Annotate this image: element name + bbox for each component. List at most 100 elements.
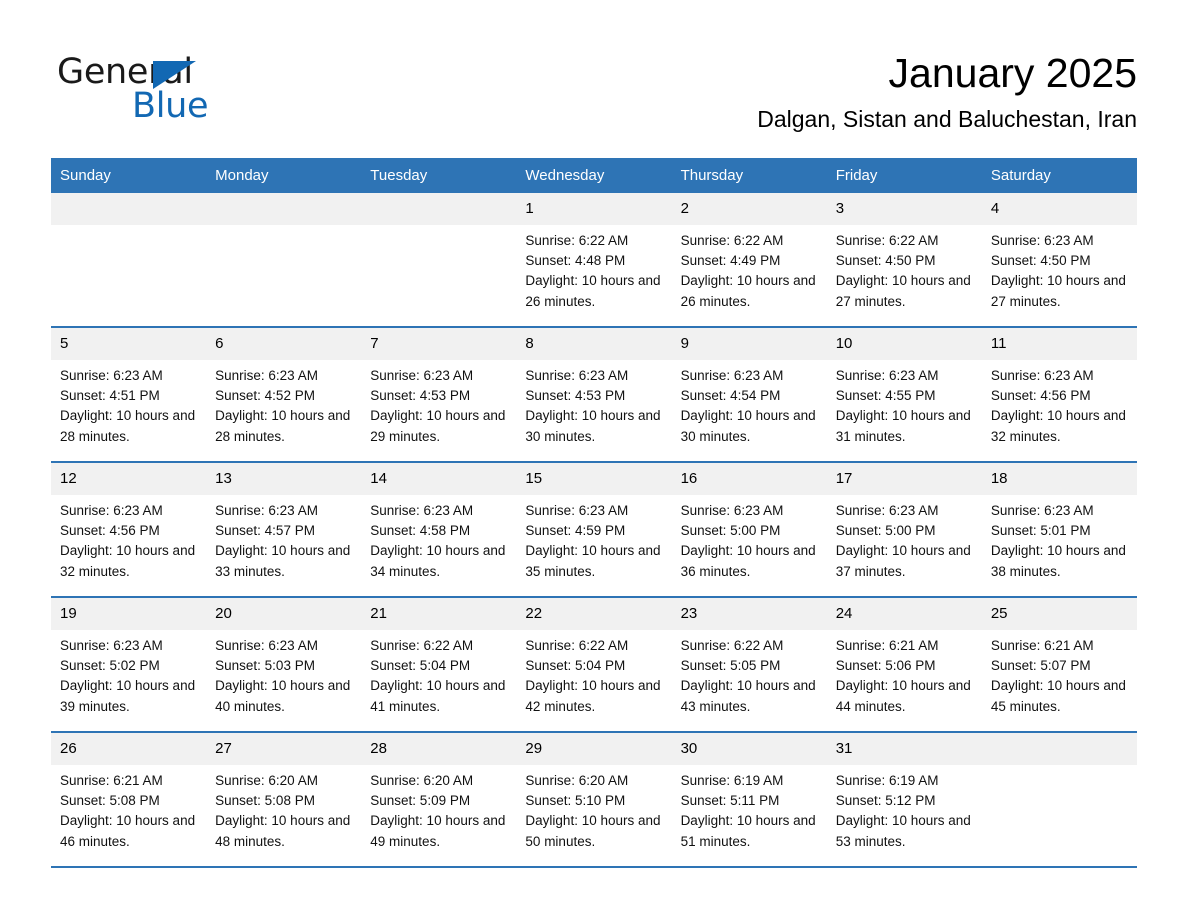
day-number bbox=[206, 193, 362, 225]
calendar-day-cell[interactable]: 18 Sunrise: 6:23 AM Sunset: 5:01 PM Dayligh… bbox=[981, 462, 1137, 598]
calendar-week-row: 19 Sunrise: 6:23 AM Sunset: 5:02 PM Dayligh… bbox=[51, 597, 1137, 733]
calendar-day-cell[interactable]: 2 Sunrise: 6:22 AM Sunset: 4:49 PM Daylight… bbox=[671, 193, 827, 328]
day-cell-content: 20 Sunrise: 6:23 AM Sunset: 5:03 PM Dayligh… bbox=[206, 598, 362, 731]
day-cell-content bbox=[51, 193, 207, 326]
daylight-text: Daylight: 10 hours and 48 minutes. bbox=[215, 813, 351, 849]
calendar-day-cell[interactable]: 4 Sunrise: 6:23 AM Sunset: 4:50 PM Daylight… bbox=[981, 193, 1137, 328]
calendar-day-cell[interactable]: 20 Sunrise: 6:23 AM Sunset: 5:03 PM Dayligh… bbox=[206, 597, 362, 733]
sunrise-text: Sunrise: 6:23 AM bbox=[680, 368, 784, 383]
sunrise-text: Sunrise: 6:23 AM bbox=[370, 503, 474, 518]
day-cell-content: 22 Sunrise: 6:22 AM Sunset: 5:04 PM Dayligh… bbox=[516, 598, 672, 731]
sunrise-text: Sunrise: 6:20 AM bbox=[215, 773, 318, 788]
sunrise-text: Sunrise: 6:23 AM bbox=[525, 368, 629, 383]
day-number: 3 bbox=[826, 193, 982, 225]
calendar-day-cell[interactable]: 5 Sunrise: 6:23 AM Sunset: 4:51 PM Daylight… bbox=[51, 327, 207, 463]
daylight-text: Daylight: 10 hours and 37 minutes. bbox=[835, 543, 971, 579]
calendar-day-cell[interactable]: 19 Sunrise: 6:23 AM Sunset: 5:02 PM Dayligh… bbox=[51, 597, 207, 733]
day-sun-info: Sunrise: 6:22 AM Sunset: 5:04 PM Daylight:… bbox=[516, 630, 671, 717]
sunset-text: Sunset: 5:09 PM bbox=[370, 793, 471, 809]
day-sun-info: Sunrise: 6:21 AM Sunset: 5:07 PM Daylight:… bbox=[982, 630, 1137, 717]
sunset-text: Sunset: 5:01 PM bbox=[990, 523, 1091, 539]
sunrise-text: Sunrise: 6:23 AM bbox=[990, 503, 1094, 518]
daylight-text: Daylight: 10 hours and 45 minutes. bbox=[990, 678, 1126, 714]
calendar-day-cell[interactable]: 27 Sunrise: 6:20 AM Sunset: 5:08 PM Dayligh… bbox=[206, 732, 362, 868]
day-number: 1 bbox=[516, 193, 672, 225]
calendar-day-cell[interactable]: 15 Sunrise: 6:23 AM Sunset: 4:59 PM Dayligh… bbox=[516, 462, 672, 598]
calendar-day-cell[interactable]: 9 Sunrise: 6:23 AM Sunset: 4:54 PM Daylight… bbox=[671, 327, 827, 463]
calendar-day-cell[interactable]: 17 Sunrise: 6:23 AM Sunset: 5:00 PM Dayligh… bbox=[826, 462, 982, 598]
day-number: 20 bbox=[206, 598, 362, 630]
calendar-table: Sunday Monday Tuesday Wednesday Thursday… bbox=[51, 158, 1137, 868]
calendar-day-cell[interactable]: 11 Sunrise: 6:23 AM Sunset: 4:56 PM Dayligh… bbox=[981, 327, 1137, 463]
day-cell-content: 28 Sunrise: 6:20 AM Sunset: 5:09 PM Dayligh… bbox=[361, 733, 517, 866]
calendar-day-cell[interactable]: 29 Sunrise: 6:20 AM Sunset: 5:10 PM Dayligh… bbox=[516, 732, 672, 868]
day-sun-info: Sunrise: 6:21 AM Sunset: 5:06 PM Daylight:… bbox=[827, 630, 982, 717]
sunrise-text: Sunrise: 6:22 AM bbox=[680, 638, 784, 653]
sunset-text: Sunset: 4:53 PM bbox=[525, 388, 626, 404]
calendar-day-cell[interactable]: 23 Sunrise: 6:22 AM Sunset: 5:05 PM Dayligh… bbox=[671, 597, 827, 733]
sunset-text: Sunset: 4:55 PM bbox=[835, 388, 936, 404]
day-sun-info: Sunrise: 6:23 AM Sunset: 4:56 PM Daylight:… bbox=[51, 495, 206, 582]
sunrise-text: Sunrise: 6:23 AM bbox=[680, 503, 784, 518]
daylight-text: Daylight: 10 hours and 50 minutes. bbox=[525, 813, 661, 849]
daylight-text: Daylight: 10 hours and 34 minutes. bbox=[370, 543, 506, 579]
calendar-week-row: 1 Sunrise: 6:22 AM Sunset: 4:48 PM Daylight… bbox=[51, 193, 1137, 328]
calendar-day-cell[interactable]: 25 Sunrise: 6:21 AM Sunset: 5:07 PM Dayligh… bbox=[981, 597, 1137, 733]
calendar-day-cell[interactable]: 8 Sunrise: 6:23 AM Sunset: 4:53 PM Daylight… bbox=[516, 327, 672, 463]
calendar-day-cell[interactable]: 13 Sunrise: 6:23 AM Sunset: 4:57 PM Dayligh… bbox=[206, 462, 362, 598]
page-title: January 2025 bbox=[888, 50, 1137, 96]
sunset-text: Sunset: 5:04 PM bbox=[370, 658, 471, 674]
calendar-page: General Blue January 2025 Dalgan, Sistan… bbox=[0, 0, 1188, 918]
daylight-text: Daylight: 10 hours and 53 minutes. bbox=[835, 813, 971, 849]
day-cell-content: 19 Sunrise: 6:23 AM Sunset: 5:02 PM Dayligh… bbox=[51, 598, 207, 731]
calendar-day-cell[interactable]: 24 Sunrise: 6:21 AM Sunset: 5:06 PM Dayligh… bbox=[826, 597, 982, 733]
day-number: 17 bbox=[826, 463, 982, 495]
day-number: 28 bbox=[361, 733, 517, 765]
calendar-day-cell[interactable]: 6 Sunrise: 6:23 AM Sunset: 4:52 PM Daylight… bbox=[206, 327, 362, 463]
calendar-day-cell[interactable]: 26 Sunrise: 6:21 AM Sunset: 5:08 PM Dayligh… bbox=[51, 732, 207, 868]
day-cell-content: 30 Sunrise: 6:19 AM Sunset: 5:11 PM Dayligh… bbox=[671, 733, 827, 866]
daylight-text: Daylight: 10 hours and 32 minutes. bbox=[60, 543, 196, 579]
daylight-text: Daylight: 10 hours and 32 minutes. bbox=[990, 408, 1126, 444]
weekday-header-thursday: Thursday bbox=[671, 158, 827, 193]
calendar-day-cell[interactable]: 28 Sunrise: 6:20 AM Sunset: 5:09 PM Dayligh… bbox=[361, 732, 517, 868]
calendar-day-cell[interactable]: 1 Sunrise: 6:22 AM Sunset: 4:48 PM Daylight… bbox=[516, 193, 672, 328]
sunrise-text: Sunrise: 6:23 AM bbox=[215, 503, 318, 518]
calendar-day-cell[interactable]: 14 Sunrise: 6:23 AM Sunset: 4:58 PM Dayligh… bbox=[361, 462, 517, 598]
day-number: 11 bbox=[981, 328, 1137, 360]
day-sun-info: Sunrise: 6:23 AM Sunset: 4:51 PM Daylight:… bbox=[51, 360, 206, 447]
daylight-text: Daylight: 10 hours and 27 minutes. bbox=[990, 273, 1126, 309]
sunrise-text: Sunrise: 6:21 AM bbox=[60, 773, 163, 788]
calendar-day-cell[interactable]: 10 Sunrise: 6:23 AM Sunset: 4:55 PM Dayligh… bbox=[826, 327, 982, 463]
day-number: 16 bbox=[671, 463, 827, 495]
calendar-day-cell[interactable]: 22 Sunrise: 6:22 AM Sunset: 5:04 PM Dayligh… bbox=[516, 597, 672, 733]
day-cell-content: 15 Sunrise: 6:23 AM Sunset: 4:59 PM Dayligh… bbox=[516, 463, 672, 596]
weekday-header-sunday: Sunday bbox=[51, 158, 207, 193]
calendar-day-cell[interactable]: 21 Sunrise: 6:22 AM Sunset: 5:04 PM Dayligh… bbox=[361, 597, 517, 733]
daylight-text: Daylight: 10 hours and 51 minutes. bbox=[680, 813, 816, 849]
sunset-text: Sunset: 4:49 PM bbox=[680, 253, 781, 269]
calendar-day-cell[interactable]: 31 Sunrise: 6:19 AM Sunset: 5:12 PM Dayligh… bbox=[826, 732, 982, 868]
sunset-text: Sunset: 5:02 PM bbox=[60, 658, 160, 674]
calendar-day-cell[interactable]: 30 Sunrise: 6:19 AM Sunset: 5:11 PM Dayligh… bbox=[671, 732, 827, 868]
sunrise-text: Sunrise: 6:22 AM bbox=[525, 233, 629, 248]
sunset-text: Sunset: 5:00 PM bbox=[680, 523, 781, 539]
day-number: 15 bbox=[516, 463, 672, 495]
sunrise-text: Sunrise: 6:22 AM bbox=[680, 233, 784, 248]
daylight-text: Daylight: 10 hours and 36 minutes. bbox=[680, 543, 816, 579]
daylight-text: Daylight: 10 hours and 30 minutes. bbox=[525, 408, 661, 444]
day-number: 30 bbox=[671, 733, 827, 765]
calendar-day-cell[interactable]: 16 Sunrise: 6:23 AM Sunset: 5:00 PM Dayligh… bbox=[671, 462, 827, 598]
calendar-day-cell-empty bbox=[206, 193, 362, 328]
day-cell-content: 5 Sunrise: 6:23 AM Sunset: 4:51 PM Daylight… bbox=[51, 328, 207, 461]
day-cell-content: 1 Sunrise: 6:22 AM Sunset: 4:48 PM Daylight… bbox=[516, 193, 672, 326]
calendar-day-cell-empty bbox=[981, 732, 1137, 868]
daylight-text: Daylight: 10 hours and 49 minutes. bbox=[370, 813, 506, 849]
calendar-day-cell[interactable]: 12 Sunrise: 6:23 AM Sunset: 4:56 PM Dayligh… bbox=[51, 462, 207, 598]
day-number: 29 bbox=[516, 733, 672, 765]
general-blue-logo[interactable]: General Blue bbox=[57, 52, 317, 128]
day-sun-info: Sunrise: 6:19 AM Sunset: 5:11 PM Daylight:… bbox=[672, 765, 827, 852]
day-number: 10 bbox=[826, 328, 982, 360]
calendar-day-cell[interactable]: 3 Sunrise: 6:22 AM Sunset: 4:50 PM Daylight… bbox=[826, 193, 982, 328]
calendar-day-cell[interactable]: 7 Sunrise: 6:23 AM Sunset: 4:53 PM Daylight… bbox=[361, 327, 517, 463]
